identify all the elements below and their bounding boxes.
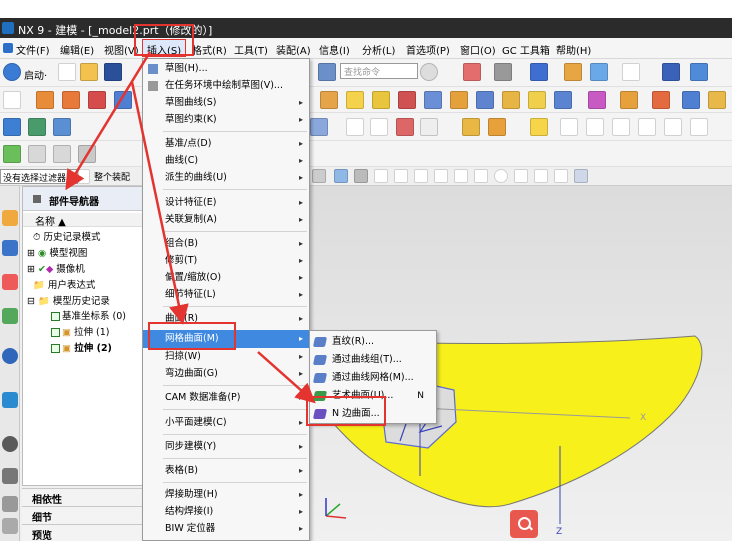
annotation-arrows (65, 51, 316, 404)
arrow-to-n-sided (257, 351, 316, 404)
arrow-to-mesh-surface (130, 81, 189, 325)
arrow-to-navigator (65, 51, 152, 191)
